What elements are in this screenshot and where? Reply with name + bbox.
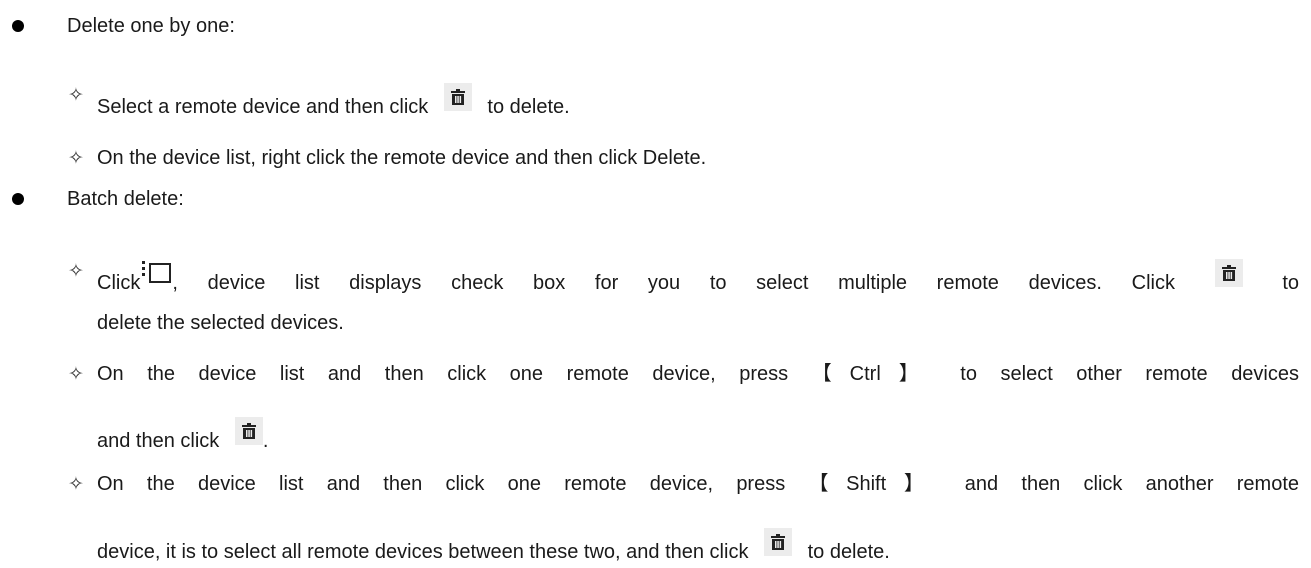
diamond-bullet-icon: ✧ <box>68 84 84 106</box>
diamond-bullet-icon: ✧ <box>68 473 84 495</box>
diamond-bullet-icon: ✧ <box>68 147 84 169</box>
instruction-line: Select a remote device and then click to… <box>97 83 570 119</box>
bullet-dot <box>12 20 24 32</box>
instruction-line: and then click . <box>97 417 268 453</box>
instruction-line: delete the selected devices. <box>97 312 344 334</box>
instruction-line: On the device list and then click one re… <box>97 363 1299 385</box>
bullet-dot <box>12 193 24 205</box>
trash-icon <box>443 83 472 111</box>
trash-icon <box>1214 259 1243 287</box>
diamond-bullet-icon: ✧ <box>68 260 84 282</box>
instruction-line: Click, device list displays check box fo… <box>97 259 1299 295</box>
bullet-heading: Delete one by one: <box>67 15 235 37</box>
trash-icon <box>764 528 793 556</box>
instruction-line: device, it is to select all remote devic… <box>97 528 890 564</box>
instruction-line: On the device list, right click the remo… <box>97 147 707 169</box>
diamond-bullet-icon: ✧ <box>68 363 84 385</box>
trash-icon <box>234 417 263 445</box>
bullet-heading: Batch delete: <box>67 188 184 210</box>
instruction-line: On the device list and then click one re… <box>97 473 1299 495</box>
multi-select-icon <box>142 259 172 285</box>
